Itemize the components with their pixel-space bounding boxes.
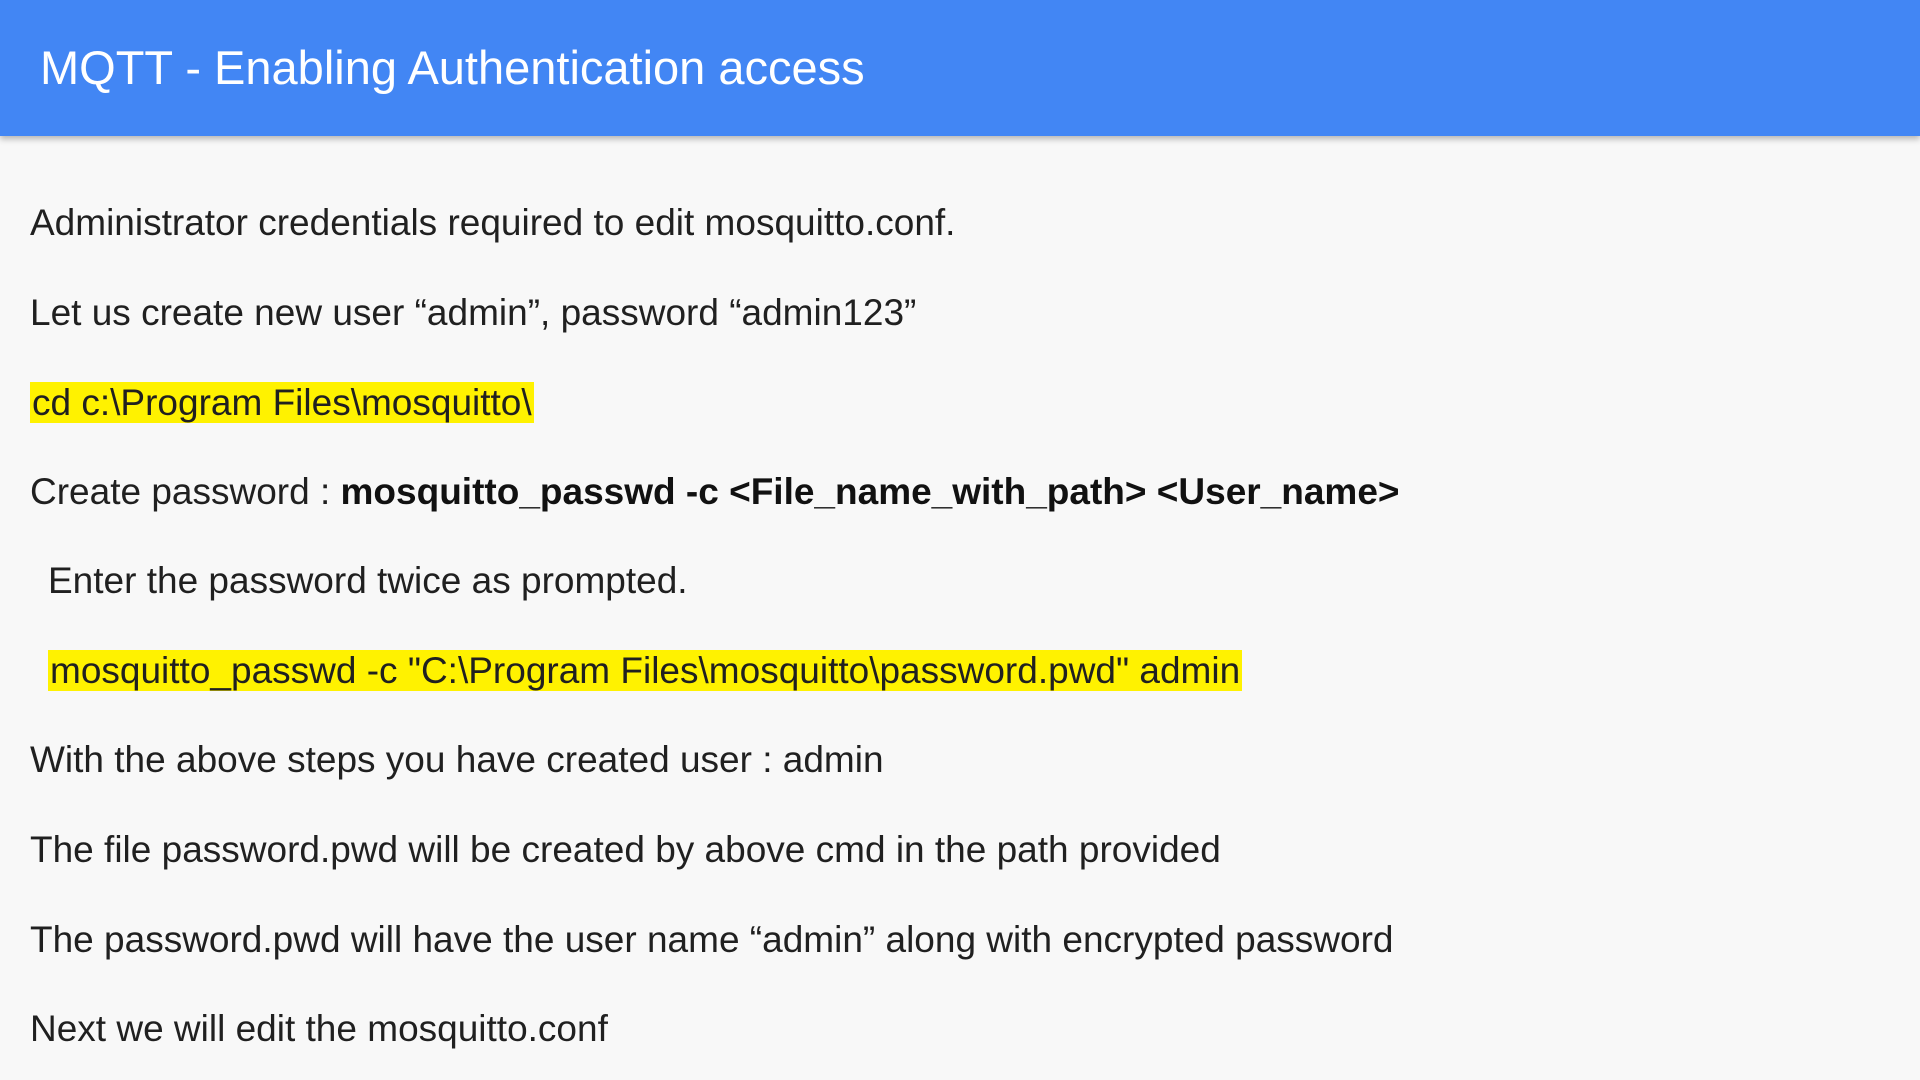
created-user-text: With the above steps you have created us… (30, 739, 884, 780)
cd-command-line: cd c:\Program Files\mosquitto\ (30, 380, 534, 426)
file-contents-text: The password.pwd will have the user name… (30, 919, 1394, 960)
cd-command-highlight: cd c:\Program Files\mosquitto\ (30, 382, 534, 423)
enter-password-text: Enter the password twice as prompted. (48, 560, 688, 601)
create-password-command: mosquitto_passwd -c <File_name_with_path… (340, 471, 1400, 512)
create-password-line: Create password : mosquitto_passwd -c <F… (30, 469, 1400, 515)
passwd-command-highlight: mosquitto_passwd -c "C:\Program Files\mo… (48, 650, 1243, 691)
slide-title: MQTT - Enabling Authentication access (40, 41, 865, 94)
admin-credentials-text: Administrator credentials required to ed… (30, 202, 956, 243)
slide-header: MQTT - Enabling Authentication access (0, 0, 1920, 136)
create-user-text: Let us create new user “admin”, password… (30, 292, 917, 333)
slide: MQTT - Enabling Authentication access Ad… (0, 0, 1920, 1080)
create-password-label: Create password : (30, 471, 341, 512)
passwd-command-line: mosquitto_passwd -c "C:\Program Files\mo… (48, 648, 1243, 694)
file-created-text: The file password.pwd will be created by… (30, 829, 1221, 870)
next-step-text: Next we will edit the mosquitto.conf (30, 1008, 608, 1049)
